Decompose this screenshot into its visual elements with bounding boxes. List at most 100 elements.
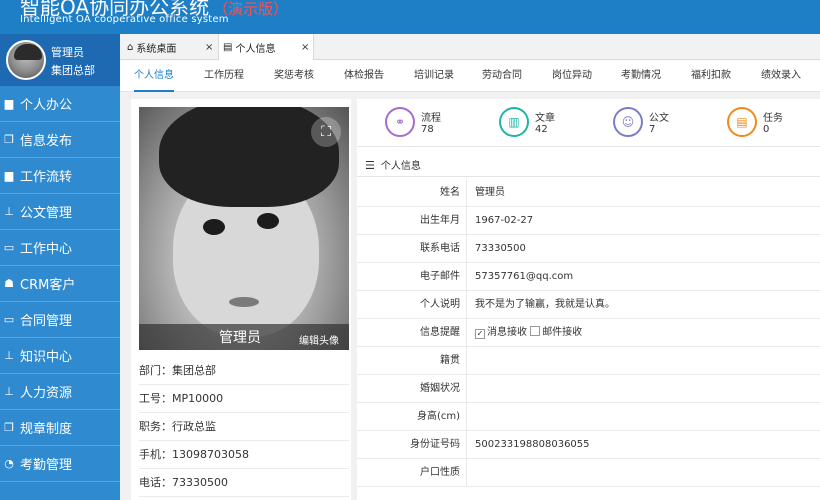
expand-icon[interactable]: ⛶ — [311, 117, 341, 147]
subnav-work-history[interactable]: 工作历程 — [204, 60, 244, 92]
profile-dept: 部门：集团总部 — [139, 357, 349, 385]
detail-row: 户口性质 — [357, 459, 820, 487]
detail-value: 1967-02-27 — [475, 215, 534, 226]
sidebar-item-label: 考勤管理 — [20, 458, 73, 473]
subnav-benefits[interactable]: 福利扣款 — [691, 60, 731, 92]
photo-eye — [203, 219, 225, 235]
person-icon: ☺ — [613, 107, 643, 137]
detail-row: 联系电话 73330500 — [357, 235, 820, 263]
subnav-position-change[interactable]: 岗位异动 — [552, 60, 592, 92]
sidebar-item-label: 公文管理 — [20, 206, 73, 221]
profile-photo: ⛶ 管理员 编辑头像 — [139, 107, 349, 350]
email-receive-checkbox[interactable] — [530, 326, 541, 336]
sidebar-item-workflow[interactable]: ▆ 工作流转 — [0, 158, 120, 194]
stat-label: 任务 — [763, 113, 783, 124]
sidebar-item-contracts[interactable]: ▭ 合同管理 — [0, 302, 120, 338]
subnav-training[interactable]: 培训记录 — [414, 60, 454, 92]
stat-label: 公文 — [649, 113, 669, 124]
photo-caption-bar: 管理员 编辑头像 — [139, 324, 349, 350]
sidebar-item-label: 知识中心 — [20, 350, 73, 365]
profile-employee-id: 工号：MP10000 — [139, 385, 349, 413]
detail-row: 信息提醒 ✓ 消息接收 邮件接收 — [357, 319, 820, 347]
edit-avatar-link[interactable]: 编辑头像 — [299, 332, 339, 347]
briefcase-icon: ▆ — [4, 169, 14, 182]
reminder-options: ✓ 消息接收 邮件接收 — [475, 319, 582, 346]
user-box[interactable]: 管理员 集团总部 — [0, 34, 120, 86]
section-title: 个人信息 — [380, 161, 421, 172]
detail-label: 信息提醒 — [357, 319, 467, 346]
clock-icon: ◔ — [4, 457, 14, 470]
detail-label: 籍贯 — [357, 347, 467, 374]
profile-card: ⛶ 管理员 编辑头像 部门：集团总部 工号：MP10000 职务：行政总监 手机… — [131, 99, 351, 500]
sidebar-item-rules[interactable]: ❐ 规章制度 — [0, 410, 120, 446]
photo-eye — [257, 213, 279, 229]
subnav-attendance[interactable]: 考勤情况 — [621, 60, 661, 92]
document-icon: ▤ — [223, 41, 233, 53]
detail-label: 出生年月 — [357, 207, 467, 234]
sidebar-item-label: 人力资源 — [20, 386, 73, 401]
detail-label: 身份证号码 — [357, 431, 467, 458]
tab-bar: ⌂ 系统桌面 × ▤ 个人信息 × — [120, 34, 820, 60]
detail-row: 身份证号码 500233198808036055 — [357, 431, 820, 459]
sitemap-icon: ⊥ — [4, 205, 14, 218]
detail-row: 姓名 管理员 — [357, 179, 820, 207]
sidebar-item-crm[interactable]: ☗ CRM客户 — [0, 266, 120, 302]
detail-label: 电子邮件 — [357, 263, 467, 290]
flow-icon: ⚭ — [385, 107, 415, 137]
subnav-rewards[interactable]: 奖惩考核 — [274, 60, 314, 92]
close-icon[interactable]: × — [301, 42, 309, 53]
detail-row: 个人说明 我不是为了输赢，我就是认真。 — [357, 291, 820, 319]
sidebar-item-hr[interactable]: ⊥ 人力资源 — [0, 374, 120, 410]
detail-label: 户口性质 — [357, 459, 467, 486]
detail-label: 身高(cm) — [357, 403, 467, 430]
user-name: 管理员 — [51, 46, 84, 59]
sidebar-item-publish[interactable]: ❐ 信息发布 — [0, 122, 120, 158]
sidebar-item-label: 规章制度 — [20, 422, 73, 437]
profile-mobile: 手机：13098703058 — [139, 441, 349, 469]
list-icon: ☰ — [365, 159, 375, 172]
stat-value: 0 — [763, 124, 770, 135]
photo-hair — [159, 107, 339, 207]
tab-desktop[interactable]: ⌂ 系统桌面 × — [120, 34, 218, 60]
sidebar-item-attendance[interactable]: ◔ 考勤管理 — [0, 446, 120, 482]
photo-mouth — [229, 297, 259, 307]
detail-row: 婚姻状况 — [357, 375, 820, 403]
sidebar-item-documents[interactable]: ⊥ 公文管理 — [0, 194, 120, 230]
subnav-performance[interactable]: 绩效录入 — [761, 60, 801, 92]
avatar[interactable] — [6, 40, 46, 80]
stat-value: 42 — [535, 124, 548, 135]
user-dept: 集团总部 — [51, 64, 95, 77]
main-content: ⛶ 管理员 编辑头像 部门：集团总部 工号：MP10000 职务：行政总监 手机… — [120, 92, 820, 500]
detail-value: 500233198808036055 — [475, 439, 590, 450]
message-receive-checkbox[interactable]: ✓ — [475, 329, 485, 339]
subnav-medical[interactable]: 体检报告 — [344, 60, 384, 92]
task-icon: ▤ — [727, 107, 757, 137]
detail-row: 电子邮件 57357761@qq.com — [357, 263, 820, 291]
subnav-labor-contract[interactable]: 劳动合同 — [482, 60, 522, 92]
message-receive-label: 消息接收 — [487, 327, 527, 338]
profile-phone: 电话：73330500 — [139, 469, 349, 497]
sidebar-item-workcenter[interactable]: ▭ 工作中心 — [0, 230, 120, 266]
detail-label: 婚姻状况 — [357, 375, 467, 402]
app-subtitle: Intelligent OA cooperative office system — [20, 14, 229, 25]
detail-value: 管理员 — [475, 187, 505, 198]
subnav-personal-info[interactable]: 个人信息 — [134, 60, 174, 92]
sidebar: 管理员 集团总部 ▆ 个人办公 ❐ 信息发布 ▆ 工作流转 ⊥ 公文管理 ▭ 工作中心 ☗… — [0, 34, 120, 500]
email-receive-label: 邮件接收 — [542, 327, 583, 338]
close-icon[interactable]: × — [205, 42, 213, 53]
detail-row: 籍贯 — [357, 347, 820, 375]
users-icon: ☗ — [4, 277, 14, 290]
stat-label: 文章 — [535, 113, 555, 124]
home-icon: ⌂ — [127, 41, 134, 53]
sidebar-item-knowledge[interactable]: ⊥ 知识中心 — [0, 338, 120, 374]
detail-value: 我不是为了输赢，我就是认真。 — [475, 299, 615, 310]
sitemap-icon: ⊥ — [4, 385, 14, 398]
sidebar-item-personal[interactable]: ▆ 个人办公 — [0, 86, 120, 122]
tab-label: 系统桌面 — [136, 43, 177, 55]
tab-personal-info[interactable]: ▤ 个人信息 × — [218, 34, 314, 60]
book-icon: ▥ — [499, 107, 529, 137]
stat-label: 流程 — [421, 113, 441, 124]
profile-position: 职务：行政总监 — [139, 413, 349, 441]
stat-value: 7 — [649, 124, 656, 135]
briefcase-icon: ▆ — [4, 97, 14, 110]
